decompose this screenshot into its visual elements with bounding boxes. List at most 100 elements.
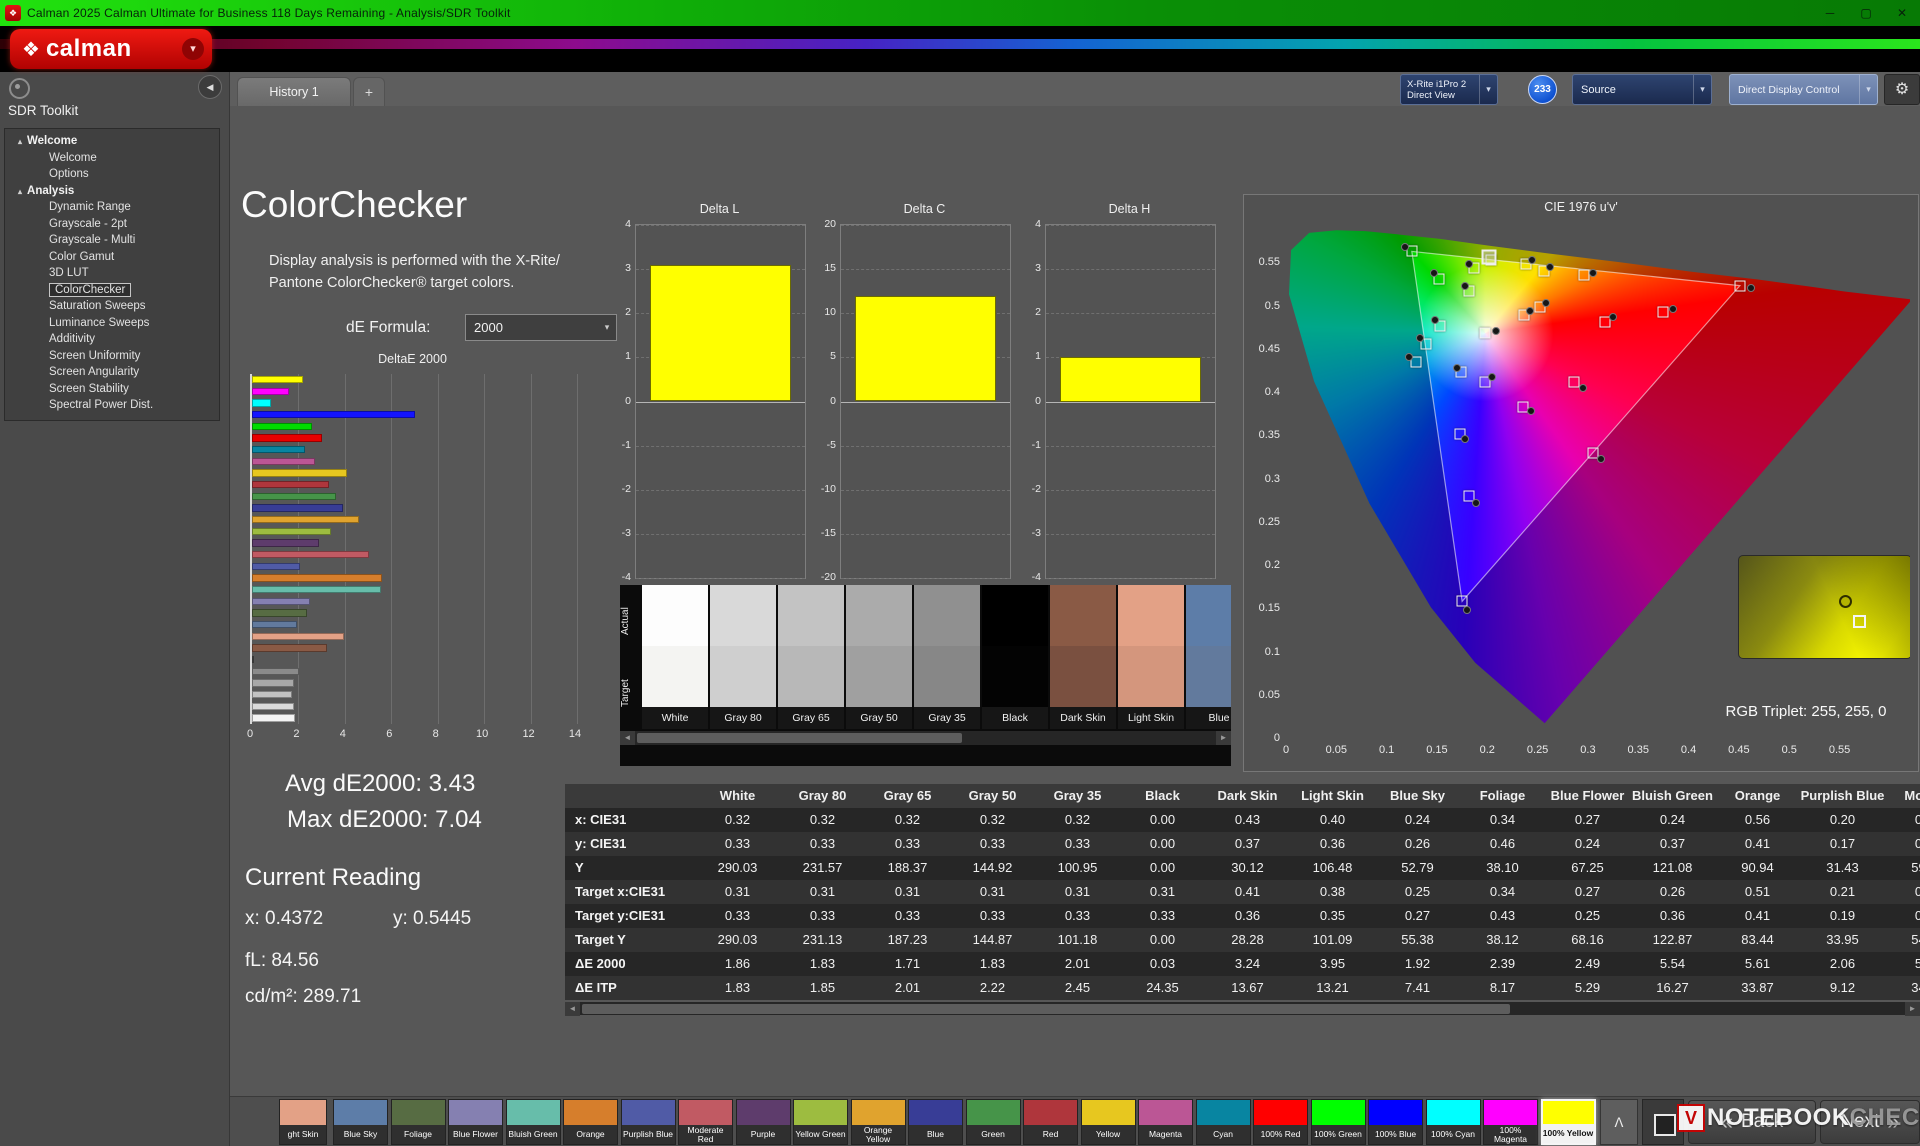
meter-count-badge[interactable]: 233	[1528, 75, 1557, 104]
sidebar-item-3d-lut[interactable]: 3D LUT	[5, 265, 219, 282]
gridline	[1046, 269, 1215, 270]
patch-100-red[interactable]: 100% Red	[1253, 1099, 1308, 1145]
table-cell: 0.37	[1630, 832, 1715, 856]
add-tab-button[interactable]: +	[353, 77, 385, 107]
strip-scrollbar[interactable]: ◄ ►	[620, 731, 1231, 745]
sidebar-item-saturation-sweeps[interactable]: Saturation Sweeps	[5, 298, 219, 315]
patch-bluish-green[interactable]: Bluish Green	[506, 1099, 561, 1145]
sidebar-item-welcome[interactable]: Welcome	[5, 150, 219, 167]
gridline	[636, 578, 805, 579]
meter-selector[interactable]: X-Rite i1Pro 2 Direct View ▾	[1400, 74, 1498, 105]
window-controls: ─ ▢ ✕	[1812, 0, 1920, 26]
sidebar-item-screen-angularity[interactable]: Screen Angularity	[5, 364, 219, 381]
back-button[interactable]: « Back	[1688, 1100, 1816, 1144]
table-cell: 0.19	[1800, 904, 1885, 928]
patch-label: 100% Magenta	[1484, 1125, 1537, 1144]
calman-logo-button[interactable]: ❖ calman ▾	[10, 29, 212, 69]
patch-blue[interactable]: Blue	[908, 1099, 963, 1145]
table-scrollbar[interactable]: ◄ ►	[565, 1002, 1920, 1015]
de-bar-purple	[252, 539, 319, 546]
home-icon[interactable]	[9, 78, 30, 99]
patch-100-blue[interactable]: 100% Blue	[1368, 1099, 1423, 1145]
display-control-selector[interactable]: Direct Display Control ▾	[1729, 74, 1878, 105]
chevron-down-icon[interactable]: ▾	[1859, 75, 1877, 104]
patch-cyan[interactable]: Cyan	[1196, 1099, 1251, 1145]
sidebar-item-additivity[interactable]: Additivity	[5, 331, 219, 348]
chevron-down-icon[interactable]: ▾	[1479, 75, 1497, 104]
table-cell: 0.33	[780, 904, 865, 928]
patch-yellow-green[interactable]: Yellow Green	[793, 1099, 848, 1145]
logo-menu-chevron-icon[interactable]: ▾	[182, 38, 204, 60]
sidebar-item-screen-uniformity[interactable]: Screen Uniformity	[5, 348, 219, 365]
sidebar-item-grayscale-multi[interactable]: Grayscale - Multi	[5, 232, 219, 249]
patch-blue-flower[interactable]: Blue Flower	[448, 1099, 503, 1145]
scroll-right-icon[interactable]: ►	[1905, 1002, 1920, 1016]
table-cell: 0.00	[1120, 856, 1205, 880]
scroll-left-icon[interactable]: ◄	[620, 731, 635, 745]
patch-foliage[interactable]: Foliage	[391, 1099, 446, 1145]
patch-orange[interactable]: Orange	[563, 1099, 618, 1145]
table-cell: 231.13	[780, 928, 865, 952]
sidebar-item-color-gamut[interactable]: Color Gamut	[5, 249, 219, 266]
sidebar-item-options[interactable]: Options	[5, 166, 219, 183]
delta-l-plot	[635, 224, 806, 579]
patch-ght-skin[interactable]: ght Skin	[279, 1099, 327, 1145]
expand-caret-icon[interactable]: ▴	[18, 187, 22, 196]
expand-caret-icon[interactable]: ▴	[18, 137, 22, 146]
sidebar-collapse-button[interactable]: ◀	[198, 75, 222, 99]
patch-100-yellow[interactable]: 100% Yellow	[1541, 1099, 1596, 1145]
next-button[interactable]: Next »	[1820, 1100, 1920, 1144]
sidebar-item-analysis[interactable]: ▴Analysis	[5, 183, 219, 200]
de-formula-dropdown[interactable]: 2000 ▾	[465, 314, 617, 341]
actual-swatch	[778, 585, 844, 646]
sidebar-item-welcome[interactable]: ▴Welcome	[5, 133, 219, 150]
patch-label: ght Skin	[280, 1125, 326, 1144]
gridline	[841, 446, 1010, 447]
patch-moderate-red[interactable]: Moderate Red	[678, 1099, 733, 1145]
patch-orange-yellow[interactable]: Orange Yellow	[851, 1099, 906, 1145]
source-selector-text: Source	[1573, 84, 1616, 96]
table-scroll-track[interactable]	[580, 1002, 1905, 1015]
sidebar-item-dynamic-range[interactable]: Dynamic Range	[5, 199, 219, 216]
patch-purple[interactable]: Purple	[736, 1099, 791, 1145]
patch-red[interactable]: Red	[1023, 1099, 1078, 1145]
source-selector[interactable]: Source ▾	[1572, 74, 1712, 105]
table-cell: 0.41	[1715, 904, 1800, 928]
de-bar-blue	[252, 504, 343, 511]
table-scroll-thumb[interactable]	[582, 1004, 1510, 1014]
inset-target-square	[1853, 615, 1866, 628]
patch-yellow[interactable]: Yellow	[1081, 1099, 1136, 1145]
chevron-down-icon[interactable]: ▾	[1693, 75, 1711, 104]
toolbar-pattern-button[interactable]	[1642, 1099, 1684, 1145]
maximize-button[interactable]: ▢	[1848, 0, 1884, 26]
patch-100-magenta[interactable]: 100% Magenta	[1483, 1099, 1538, 1145]
toolbar-expand-button[interactable]: ᐱ	[1600, 1099, 1638, 1145]
patch-magenta[interactable]: Magenta	[1138, 1099, 1193, 1145]
minimize-button[interactable]: ─	[1812, 0, 1848, 26]
measured-dot-marker	[1589, 269, 1597, 277]
scroll-left-icon[interactable]: ◄	[565, 1002, 580, 1016]
sidebar-item-spectral-power-dist[interactable]: Spectral Power Dist.	[5, 397, 219, 414]
row-label: Target x:CIE31	[565, 880, 695, 904]
table-cell: 0.32	[950, 808, 1035, 832]
tab-history-1[interactable]: History 1	[237, 77, 351, 107]
sidebar-item-screen-stability[interactable]: Screen Stability	[5, 381, 219, 398]
measured-dot-marker	[1465, 260, 1473, 268]
scroll-right-icon[interactable]: ►	[1216, 731, 1231, 745]
patch-purplish-blue[interactable]: Purplish Blue	[621, 1099, 676, 1145]
patch-green[interactable]: Green	[966, 1099, 1021, 1145]
target-square-marker	[1480, 328, 1491, 339]
sidebar-item-colorchecker[interactable]: ColorChecker	[5, 282, 219, 299]
delta-c-plot	[840, 224, 1011, 579]
strip-scroll-thumb[interactable]	[637, 733, 962, 743]
delta-h-title: Delta H	[1045, 202, 1214, 216]
close-button[interactable]: ✕	[1884, 0, 1920, 26]
settings-gear-button[interactable]: ⚙	[1884, 74, 1920, 105]
patch-100-green[interactable]: 100% Green	[1311, 1099, 1366, 1145]
strip-scroll-track[interactable]	[635, 731, 1216, 745]
patch-100-cyan[interactable]: 100% Cyan	[1426, 1099, 1481, 1145]
patch-blue-sky[interactable]: Blue Sky	[333, 1099, 388, 1145]
sidebar-item-luminance-sweeps[interactable]: Luminance Sweeps	[5, 315, 219, 332]
measured-dot-marker	[1430, 269, 1438, 277]
sidebar-item-grayscale-2pt[interactable]: Grayscale - 2pt	[5, 216, 219, 233]
